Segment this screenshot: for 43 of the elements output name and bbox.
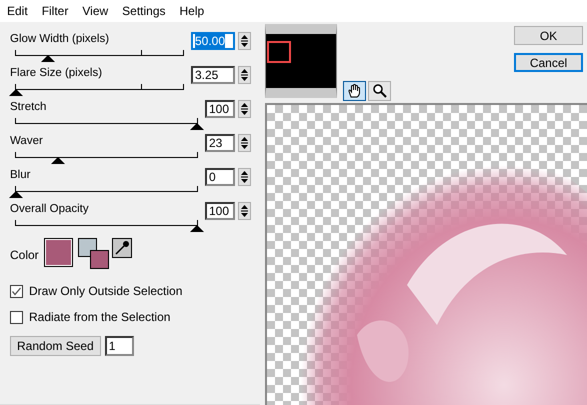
menu-item[interactable]: View: [82, 4, 108, 18]
number-field[interactable]: 23: [205, 134, 235, 152]
dialog-button[interactable]: OK: [514, 26, 583, 45]
eyedropper-icon[interactable]: [112, 238, 132, 258]
menu-item[interactable]: Help: [180, 4, 204, 18]
menu-item[interactable]: Filter: [42, 4, 68, 18]
spin-button[interactable]: [238, 168, 251, 186]
slider-label: Waver: [10, 134, 44, 149]
slider-label: Stretch: [10, 100, 48, 115]
spin-button[interactable]: [238, 66, 251, 84]
number-field[interactable]: 3.25: [191, 66, 235, 84]
magnifier-icon[interactable]: [368, 81, 391, 101]
number-field[interactable]: 100: [205, 100, 235, 118]
hand-icon[interactable]: [343, 81, 366, 101]
color-label: Color: [10, 248, 39, 262]
slider-thumb[interactable]: [40, 55, 55, 62]
spin-button[interactable]: [238, 134, 251, 152]
slider-label: Flare Size (pixels): [10, 66, 104, 81]
slider-thumb[interactable]: [9, 191, 23, 198]
spin-button[interactable]: [238, 100, 251, 118]
checkbox[interactable]: [10, 284, 23, 298]
dialog-button[interactable]: Cancel: [514, 53, 583, 72]
slider-thumb[interactable]: [50, 157, 65, 164]
menu-item[interactable]: Edit: [7, 4, 28, 18]
slider-label: Overall Opacity: [10, 202, 90, 217]
color-swatch[interactable]: [44, 238, 73, 267]
slider-thumb[interactable]: [9, 89, 23, 96]
navigator-thumbnail[interactable]: [265, 24, 337, 98]
foreground-swatch[interactable]: [90, 250, 109, 269]
menu-item[interactable]: Settings: [122, 4, 166, 18]
spin-button[interactable]: [238, 32, 251, 50]
spin-button[interactable]: [238, 202, 251, 220]
slider-label: Glow Width (pixels): [10, 32, 110, 47]
slider-label: Blur: [10, 168, 32, 183]
random-seed-button[interactable]: Random Seed: [10, 336, 101, 356]
number-field[interactable]: 100: [205, 202, 235, 220]
checkbox-label: Radiate from the Selection: [29, 310, 170, 324]
seed-field[interactable]: 1: [104, 336, 134, 356]
number-field[interactable]: 0: [205, 168, 235, 186]
view-rectangle[interactable]: [267, 41, 291, 63]
checkbox[interactable]: [10, 310, 23, 324]
checkbox-label: Draw Only Outside Selection: [29, 284, 182, 298]
number-field[interactable]: 50.00: [191, 32, 235, 50]
